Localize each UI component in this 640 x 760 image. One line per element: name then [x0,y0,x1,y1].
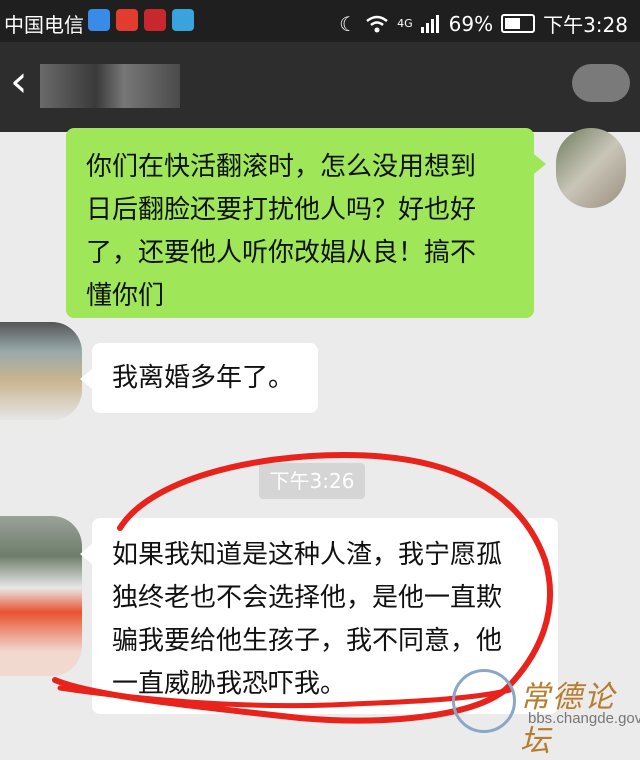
watermark-url: bbs.changde.gov.cn [528,710,640,727]
red-annotation-circle [52,451,554,724]
forum-logo-icon [452,669,516,733]
